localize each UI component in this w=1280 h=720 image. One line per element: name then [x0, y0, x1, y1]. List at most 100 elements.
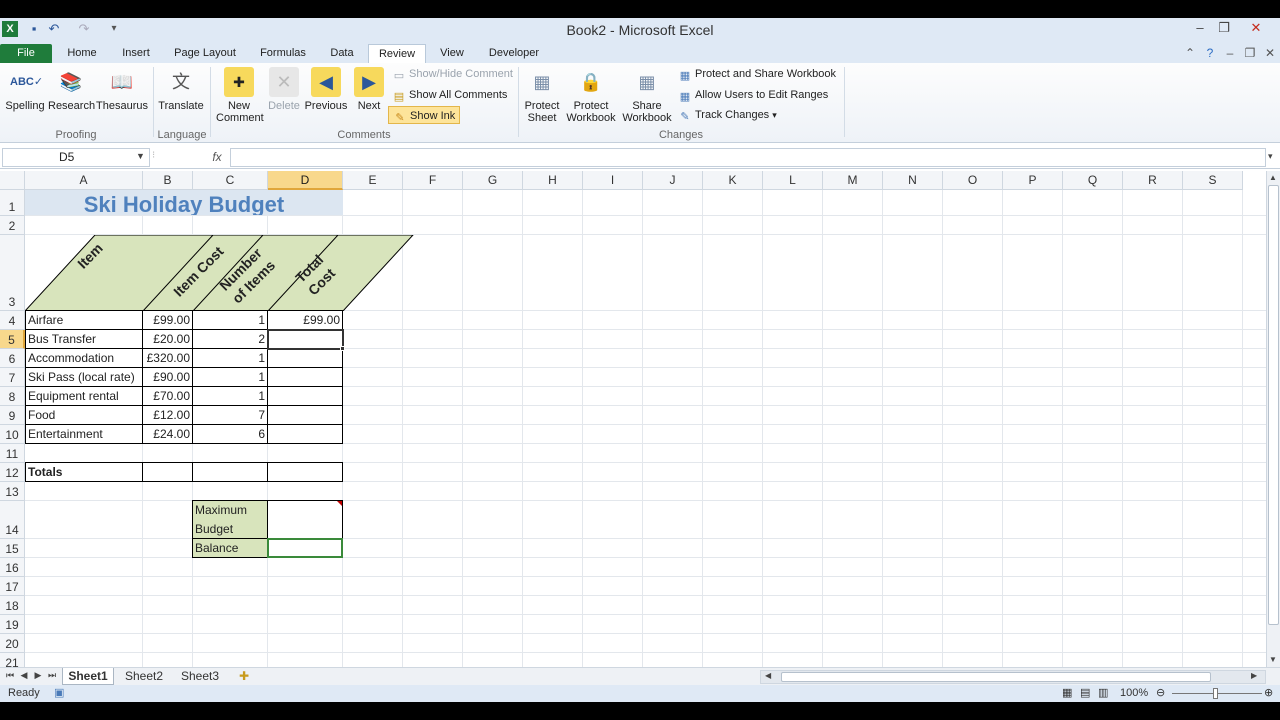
item-name-cell[interactable]: Accommodation — [25, 348, 143, 368]
item-qty-cell[interactable]: 2 — [192, 329, 268, 349]
item-cost-cell[interactable]: £12.00 — [142, 405, 193, 425]
item-total-cell[interactable] — [267, 424, 343, 444]
row-header-19[interactable]: 19 — [0, 615, 25, 634]
previous-comment-button[interactable]: ◀ Previous — [304, 67, 348, 112]
col-header-n[interactable]: N — [883, 171, 943, 190]
row-header-3[interactable]: 3 — [0, 235, 25, 311]
item-name-cell[interactable]: Equipment rental — [25, 386, 143, 406]
tab-review[interactable]: Review — [368, 44, 426, 63]
item-name-cell[interactable]: Entertainment — [25, 424, 143, 444]
col-header-h[interactable]: H — [523, 171, 583, 190]
col-header-f[interactable]: F — [403, 171, 463, 190]
zoom-slider-thumb[interactable] — [1213, 688, 1218, 699]
scroll-down-icon[interactable]: ▼ — [1269, 655, 1277, 664]
vertical-scroll-thumb[interactable] — [1268, 185, 1279, 625]
prev-sheet-icon[interactable]: ◀ — [18, 670, 30, 681]
next-sheet-icon[interactable]: ▶ — [32, 670, 44, 681]
totals-c[interactable] — [192, 462, 268, 482]
protect-share-workbook-button[interactable]: ▦ Protect and Share Workbook — [678, 65, 836, 83]
show-ink-button[interactable]: ✎ Show Ink — [388, 106, 461, 124]
row-header-10[interactable]: 10 — [0, 425, 25, 444]
max-budget-label[interactable]: Maximum Budget — [192, 500, 268, 539]
tab-data[interactable]: Data — [322, 44, 362, 63]
tab-page-layout[interactable]: Page Layout — [168, 44, 242, 63]
comment-indicator-icon[interactable] — [337, 501, 342, 506]
item-qty-cell[interactable]: 7 — [192, 405, 268, 425]
sheet-title[interactable]: Ski Holiday Budget — [25, 190, 343, 215]
close-icon[interactable]: ✕ — [1242, 18, 1270, 38]
col-header-p[interactable]: P — [1003, 171, 1063, 190]
normal-view-icon[interactable]: ▦ — [1062, 685, 1072, 702]
item-cost-cell[interactable]: £24.00 — [142, 424, 193, 444]
item-qty-cell[interactable]: 6 — [192, 424, 268, 444]
col-header-k[interactable]: K — [703, 171, 763, 190]
row-header-16[interactable]: 16 — [0, 558, 25, 577]
macro-record-icon[interactable]: ▣ — [54, 685, 64, 702]
select-all-corner[interactable] — [0, 171, 25, 190]
horizontal-scrollbar[interactable]: ◀ ▶ — [760, 670, 1266, 684]
col-header-b[interactable]: B — [143, 171, 193, 190]
delete-comment-button[interactable]: ✕ Delete — [266, 67, 302, 112]
show-all-comments-button[interactable]: ▤ Show All Comments — [392, 86, 508, 104]
next-comment-button[interactable]: ▶ Next — [352, 67, 386, 112]
zoom-in-icon[interactable]: ⊕ — [1264, 685, 1273, 702]
item-qty-cell[interactable]: 1 — [192, 348, 268, 368]
col-header-c[interactable]: C — [193, 171, 268, 190]
item-name-cell[interactable]: Airfare — [25, 310, 143, 330]
col-header-s[interactable]: S — [1183, 171, 1243, 190]
item-qty-cell[interactable]: 1 — [192, 367, 268, 387]
col-header-r[interactable]: R — [1123, 171, 1183, 190]
col-header-e[interactable]: E — [343, 171, 403, 190]
wb-restore-icon[interactable]: ❐ — [1242, 45, 1258, 61]
row-header-13[interactable]: 13 — [0, 482, 25, 501]
zoom-level[interactable]: 100% — [1120, 685, 1148, 702]
col-header-g[interactable]: G — [463, 171, 523, 190]
scroll-right-icon[interactable]: ▶ — [1251, 671, 1257, 680]
research-button[interactable]: 📚 Research — [48, 67, 95, 112]
name-box-dropdown-icon[interactable]: ▼ — [136, 151, 145, 161]
sheet-tab-sheet2[interactable]: Sheet2 — [118, 668, 170, 685]
protect-workbook-button[interactable]: 🔒 Protect Workbook — [564, 67, 618, 124]
fill-handle[interactable] — [340, 346, 345, 351]
item-cost-cell[interactable]: £320.00 — [142, 348, 193, 368]
tab-formulas[interactable]: Formulas — [252, 44, 314, 63]
row-header-8[interactable]: 8 — [0, 387, 25, 406]
item-cost-cell[interactable]: £20.00 — [142, 329, 193, 349]
wb-minimize-icon[interactable]: – — [1222, 45, 1238, 61]
col-header-q[interactable]: Q — [1063, 171, 1123, 190]
horizontal-scroll-thumb[interactable] — [781, 672, 1211, 682]
tab-insert[interactable]: Insert — [114, 44, 158, 63]
show-hide-comment-button[interactable]: ▭ Show/Hide Comment — [392, 65, 513, 83]
spelling-button[interactable]: ABC✓ Spelling — [4, 67, 46, 112]
balance-value[interactable] — [267, 538, 343, 558]
item-cost-cell[interactable]: £70.00 — [142, 386, 193, 406]
row-header-18[interactable]: 18 — [0, 596, 25, 615]
page-layout-view-icon[interactable]: ▤ — [1080, 685, 1090, 702]
track-changes-button[interactable]: ✎ Track Changes ▾ — [678, 106, 776, 124]
row-header-9[interactable]: 9 — [0, 406, 25, 425]
help-icon[interactable]: ? — [1202, 45, 1218, 61]
row-header-11[interactable]: 11 — [0, 444, 25, 463]
item-name-cell[interactable]: Bus Transfer — [25, 329, 143, 349]
row-header-21[interactable]: 21 — [0, 653, 25, 667]
totals-label[interactable]: Totals — [25, 462, 143, 482]
sheet-tab-sheet1[interactable]: Sheet1 — [62, 668, 114, 685]
item-name-cell[interactable]: Food — [25, 405, 143, 425]
page-break-view-icon[interactable]: ▥ — [1098, 685, 1108, 702]
item-cost-cell[interactable]: £99.00 — [142, 310, 193, 330]
ribbon-collapse-icon[interactable]: ⌃ — [1182, 45, 1198, 61]
balance-label[interactable]: Balance — [192, 538, 268, 558]
new-comment-button[interactable]: ✚ New Comment — [216, 67, 264, 124]
col-header-m[interactable]: M — [823, 171, 883, 190]
row-header-7[interactable]: 7 — [0, 368, 25, 387]
tab-developer[interactable]: Developer — [480, 44, 548, 63]
insert-function-icon[interactable]: fx — [206, 148, 228, 167]
row-header-5[interactable]: 5 — [0, 330, 25, 349]
row-header-15[interactable]: 15 — [0, 539, 25, 558]
insert-sheet-icon[interactable]: ✚ — [232, 668, 256, 685]
row-header-12[interactable]: 12 — [0, 463, 25, 482]
totals-d[interactable] — [267, 462, 343, 482]
scroll-left-icon[interactable]: ◀ — [765, 671, 771, 680]
sheet-tab-sheet3[interactable]: Sheet3 — [174, 668, 226, 685]
first-sheet-icon[interactable]: ⏮ — [4, 670, 16, 681]
